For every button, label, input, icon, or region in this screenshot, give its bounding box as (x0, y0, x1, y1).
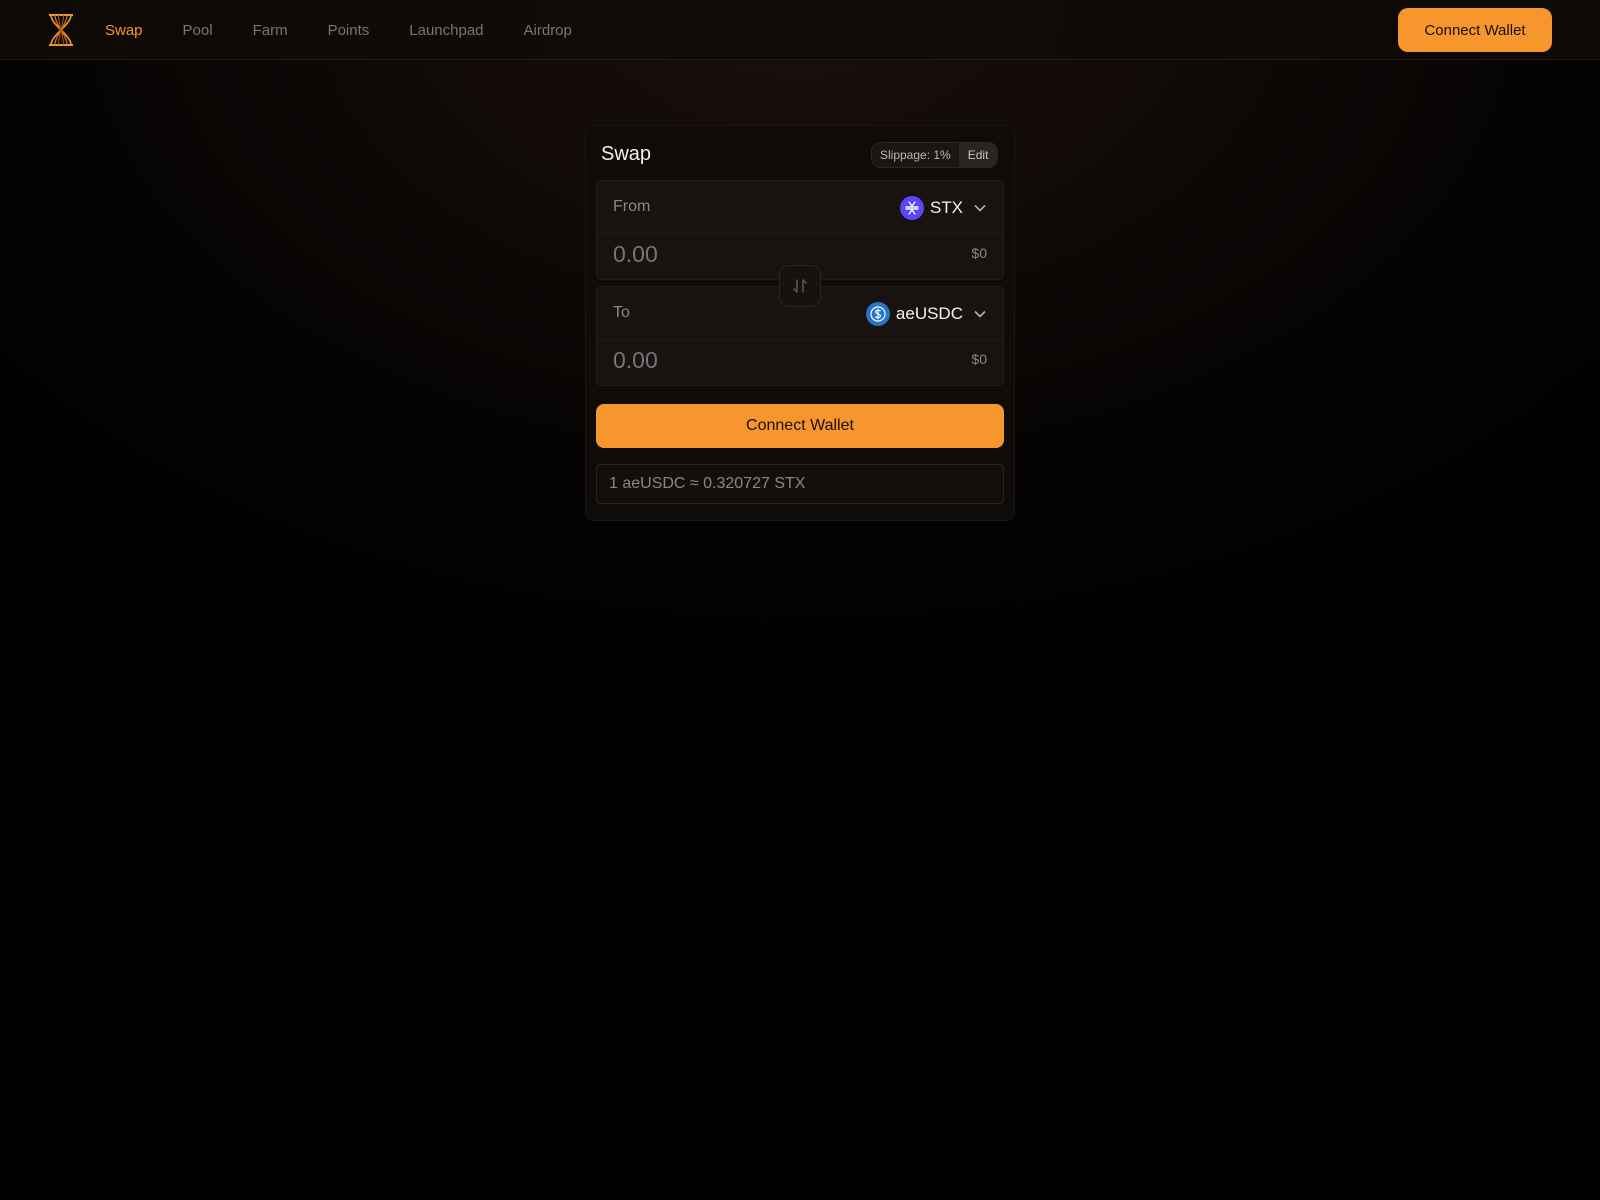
chevron-down-icon (974, 310, 986, 318)
usdc-token-icon (865, 302, 890, 326)
nav-points[interactable]: Points (328, 22, 370, 39)
swap-arrows-icon (793, 279, 807, 293)
from-label: From (613, 198, 651, 215)
from-token-select[interactable]: STX (899, 195, 987, 221)
nav-farm[interactable]: Farm (253, 22, 288, 39)
main-nav: Swap Pool Farm Points Launchpad Airdrop (105, 0, 612, 60)
top-navbar: Swap Pool Farm Points Launchpad Airdrop … (0, 0, 1600, 60)
stx-token-icon (899, 196, 924, 220)
exchange-rate: 1 aeUSDC ≈ 0.320727 STX (596, 464, 1004, 504)
to-amount-input[interactable] (613, 347, 833, 374)
swap-card: Swap Slippage: 1% Edit From STX $0 (585, 125, 1015, 521)
nav-launchpad[interactable]: Launchpad (409, 22, 483, 39)
from-panel-header: From STX (597, 181, 1003, 234)
nav-swap[interactable]: Swap (105, 22, 143, 39)
to-token-select[interactable]: aeUSDC (865, 301, 987, 327)
hourglass-logo-icon[interactable] (46, 13, 76, 47)
connect-wallet-button[interactable]: Connect Wallet (596, 404, 1004, 448)
swap-direction-button[interactable] (779, 265, 821, 307)
to-usd-value: $0 (971, 351, 987, 367)
chevron-down-icon (974, 204, 986, 212)
nav-airdrop[interactable]: Airdrop (524, 22, 572, 39)
slippage-control: Slippage: 1% Edit (871, 142, 999, 168)
slippage-value: Slippage: 1% (872, 143, 959, 167)
to-label: To (613, 304, 630, 321)
to-token-name: aeUSDC (895, 304, 963, 323)
from-usd-value: $0 (971, 245, 987, 261)
from-amount-input[interactable] (613, 241, 833, 268)
swap-title: Swap (601, 143, 652, 165)
slippage-edit-button[interactable]: Edit (958, 143, 998, 167)
from-token-name: STX (929, 198, 963, 217)
nav-pool[interactable]: Pool (183, 22, 213, 39)
header-connect-wallet-button[interactable]: Connect Wallet (1398, 8, 1552, 52)
